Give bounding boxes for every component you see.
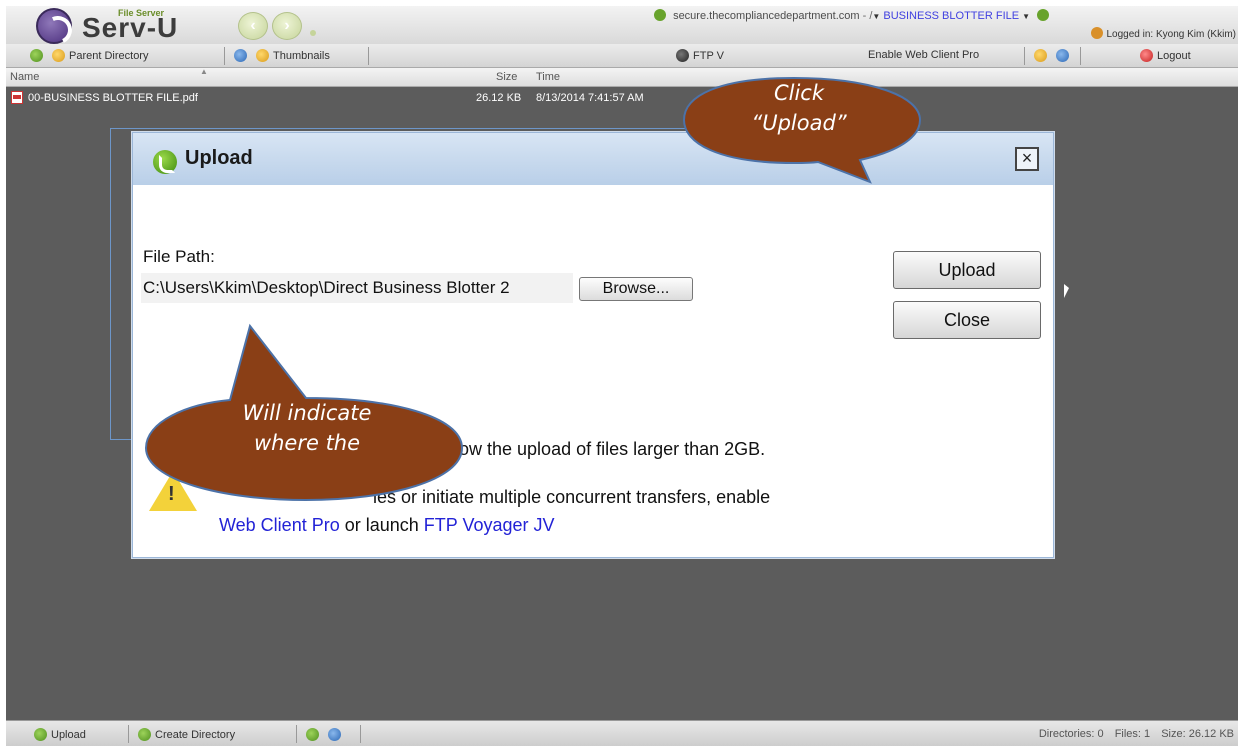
upload-callout-line2: “Upload” [751,111,847,135]
path-callout-text: Will indicate where the [202,398,412,458]
callout-layer [144,76,922,502]
upload-callout-text: Click “Upload” [724,78,874,138]
upload-callout-line1: Click [773,81,825,105]
path-callout-line2: where the [253,431,361,455]
path-callout-line1: Will indicate [242,401,372,425]
